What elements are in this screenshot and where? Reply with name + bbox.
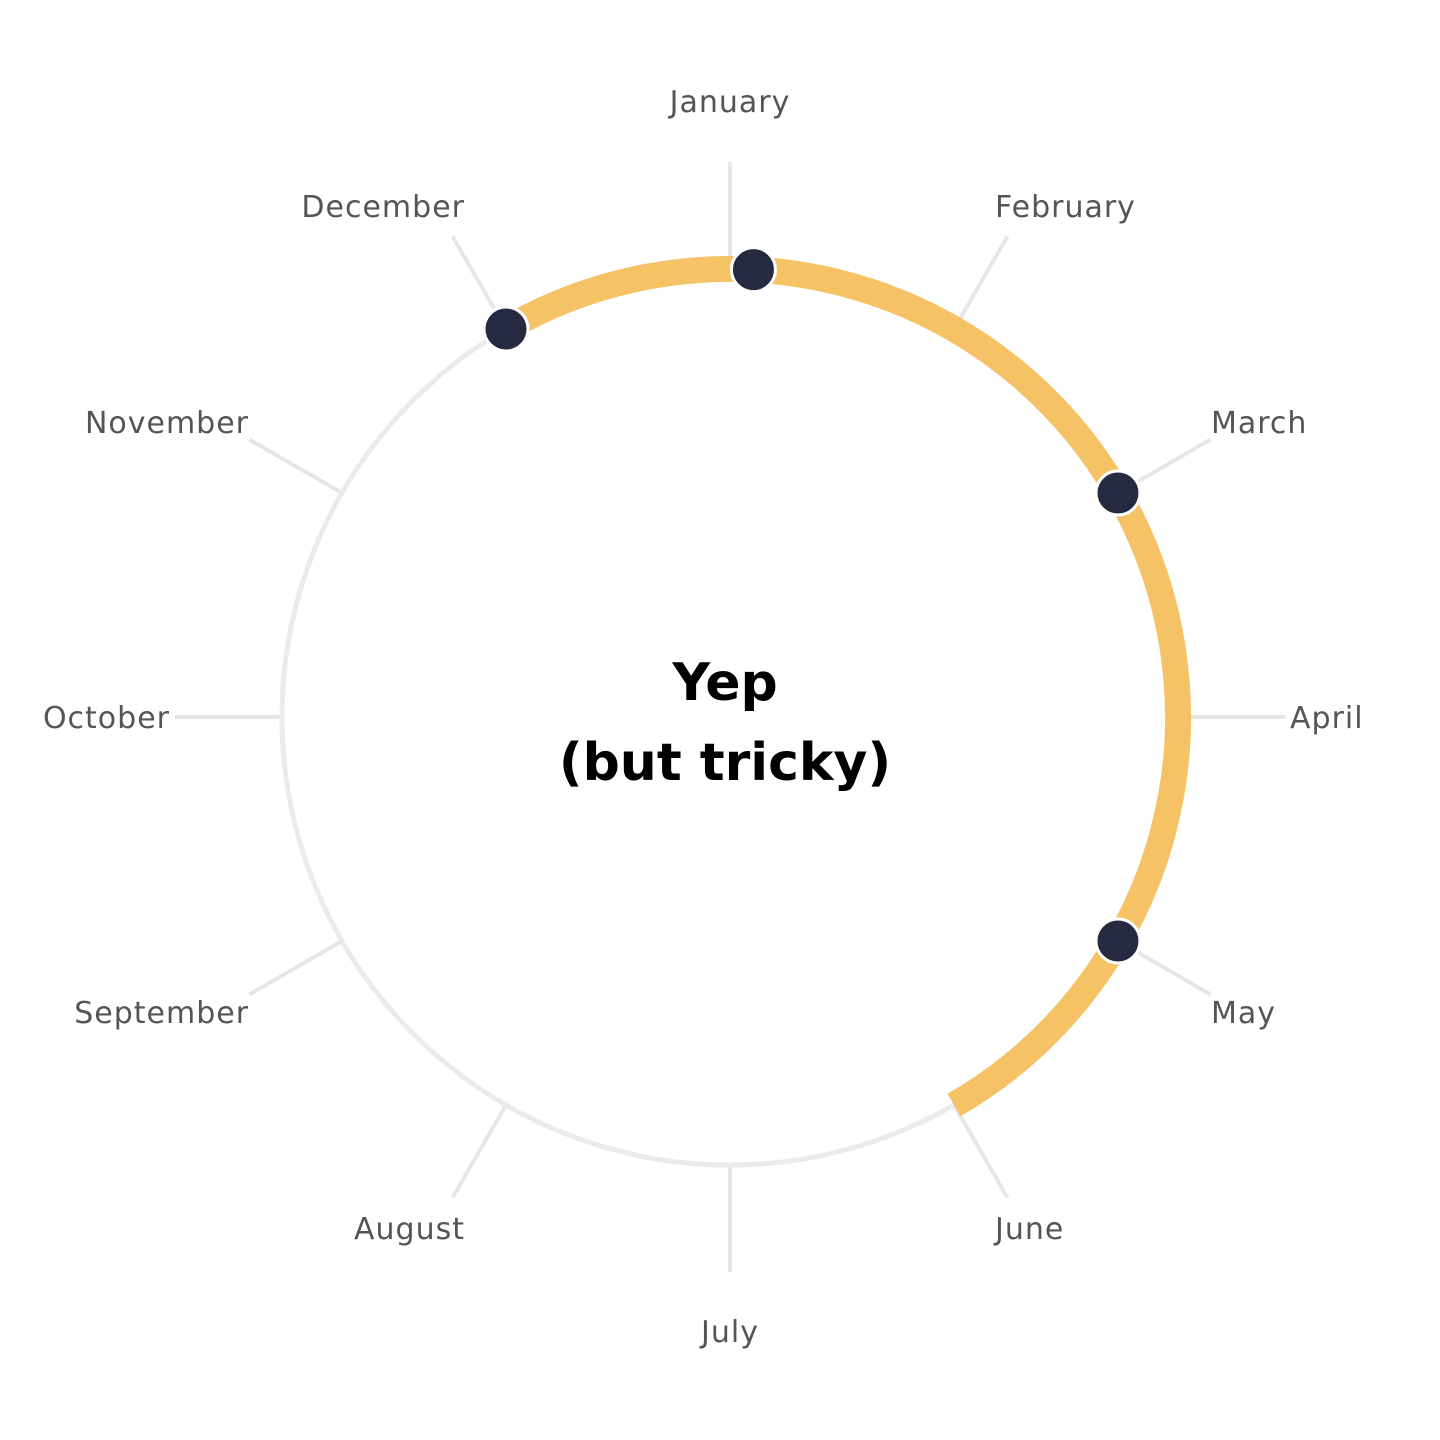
- marker-march: [1094, 469, 1142, 517]
- month-label-october: October: [43, 701, 170, 736]
- center-title: Yep: [671, 653, 777, 713]
- marker-may: [1094, 917, 1142, 965]
- tick-september: [248, 939, 344, 997]
- month-label-july: July: [699, 1315, 759, 1350]
- month-label-august: August: [354, 1212, 465, 1247]
- tick-june: [952, 1103, 1010, 1199]
- month-label-december: December: [301, 190, 465, 225]
- tick-february: [952, 235, 1010, 331]
- tick-august: [450, 1103, 508, 1199]
- month-label-november: November: [85, 406, 249, 441]
- month-label-march: March: [1211, 406, 1307, 441]
- month-label-september: September: [74, 996, 249, 1031]
- month-label-june: June: [993, 1212, 1064, 1247]
- month-label-february: February: [995, 190, 1136, 225]
- month-label-may: May: [1211, 996, 1276, 1031]
- center-subtitle: (but tricky): [559, 733, 891, 793]
- month-label-april: April: [1290, 701, 1364, 736]
- marker-january: [729, 246, 777, 294]
- month-wheel: January February March April May June July Augu…: [43, 85, 1364, 1350]
- marker-december: [482, 305, 530, 353]
- month-label-january: January: [668, 85, 791, 120]
- tick-november: [248, 437, 344, 495]
